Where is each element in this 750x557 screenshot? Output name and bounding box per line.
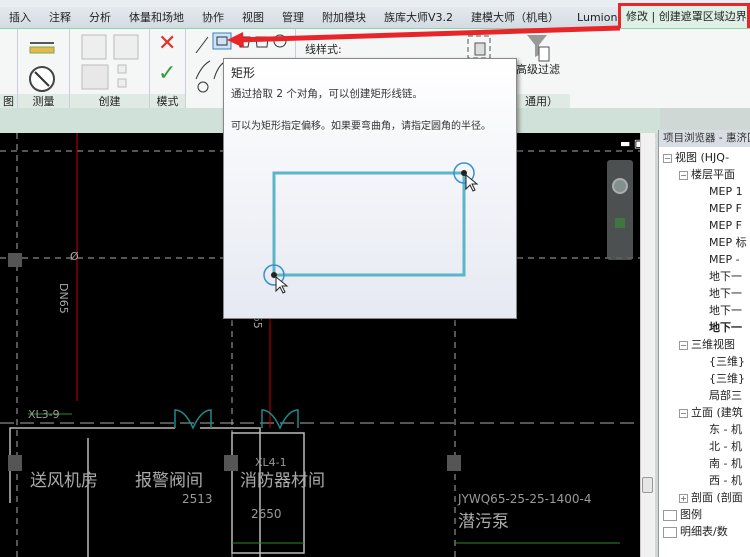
schedule-icon: [663, 526, 677, 538]
browser-item[interactable]: MEP -: [659, 251, 750, 268]
browser-item[interactable]: + 剖面 (剖面: [659, 489, 750, 506]
browser-item[interactable]: 西 - 机: [659, 472, 750, 489]
measure-icon[interactable]: [28, 35, 58, 93]
browser-item-label: 视图 (HJQ-: [675, 151, 730, 164]
browser-item-label: 地下一: [709, 270, 742, 283]
browser-item-label: MEP 1: [709, 185, 743, 198]
browser-item[interactable]: − 立面 (建筑: [659, 404, 750, 421]
browser-item[interactable]: 图例: [659, 506, 750, 523]
dimension-label: 2513: [182, 492, 213, 506]
panel-partial: 图: [0, 29, 18, 108]
browser-item-label: 西 - 机: [709, 474, 742, 487]
browser-item-label: 楼层平面: [691, 168, 735, 181]
project-browser-title: 项目浏览器 - 惠济区: [659, 130, 750, 147]
tab-insert[interactable]: 插入: [0, 7, 40, 28]
browser-item-label: 剖面 (剖面: [691, 491, 743, 504]
browser-item[interactable]: 南 - 机: [659, 455, 750, 472]
riser-label: XL4-1: [255, 456, 287, 469]
panel-label: 模式: [150, 94, 185, 108]
browser-item-label: MEP F: [709, 219, 742, 232]
room-label: 报警阀间: [135, 471, 203, 491]
red-arrow-annotation: [227, 25, 621, 48]
browser-item-label: 局部三: [709, 389, 742, 402]
browser-item[interactable]: MEP F: [659, 217, 750, 234]
schedule-icon: [663, 509, 677, 521]
room-label: 消防器材间: [240, 471, 325, 491]
tooltip-title: 矩形: [231, 66, 256, 80]
browser-item-label: 地下一: [709, 287, 742, 300]
dimension-label: 2650: [251, 507, 282, 521]
tooltip-hint: 可以为矩形指定偏移。如果要弯曲角，请指定圆角的半径。: [231, 121, 491, 132]
equipment-label: 潜污泵: [458, 512, 509, 532]
browser-item[interactable]: {三维}: [659, 370, 750, 387]
browser-item[interactable]: 局部三: [659, 387, 750, 404]
room-label: 送风机房: [30, 471, 98, 491]
browser-item[interactable]: − 三维视图: [659, 336, 750, 353]
browser-item[interactable]: − 楼层平面: [659, 166, 750, 183]
panel-label: 测量: [18, 94, 69, 108]
panel-measure: 测量: [18, 29, 70, 108]
browser-item-label: MEP -: [709, 253, 740, 266]
browser-item-label: 三维视图: [691, 338, 735, 351]
browser-item[interactable]: MEP 标: [659, 234, 750, 251]
collapse-icon[interactable]: −: [679, 170, 688, 180]
browser-item-label: {三维}: [709, 372, 745, 385]
tooltip-desc: 通过拾取 2 个对角，可以创建矩形线链。: [231, 88, 423, 100]
advanced-filter-label[interactable]: 高级过滤: [516, 63, 560, 76]
tooltip-illustration: [263, 162, 479, 294]
browser-item[interactable]: 明细表/数: [659, 523, 750, 540]
tooltip-rectangle: 矩形 通过拾取 2 个对角，可以创建矩形线链。 可以为矩形指定偏移。如果要弯曲角…: [223, 58, 517, 319]
browser-item-label: 北 - 机: [709, 440, 742, 453]
browser-item-label: 图例: [680, 508, 702, 521]
browser-item[interactable]: 地下一: [659, 285, 750, 302]
browser-item-label: 明细表/数: [680, 525, 728, 538]
expand-icon[interactable]: +: [679, 493, 688, 503]
equipment-label: JYWQ65-25-25-1400-4: [458, 492, 592, 506]
browser-item-label: MEP 标: [709, 236, 747, 249]
vertical-scrollbar[interactable]: [640, 133, 655, 557]
project-browser: 项目浏览器 - 惠济区 − 视图 (HJQ- − 楼层平面 MEP 1 MEP F MEP …: [658, 130, 750, 557]
zoom-icon[interactable]: [615, 218, 625, 228]
cancel-edit-icon[interactable]: ✕: [158, 31, 176, 57]
panel-label: 创建: [70, 94, 149, 108]
grid-mark: Ø: [70, 250, 79, 263]
panel-label: 图: [0, 94, 17, 108]
pipe-label: DN65: [57, 283, 70, 314]
browser-item[interactable]: − 视图 (HJQ-: [659, 149, 750, 166]
collapse-icon[interactable]: −: [663, 153, 672, 163]
browser-item[interactable]: 东 - 机: [659, 421, 750, 438]
navigation-bar[interactable]: [607, 160, 633, 260]
browser-item-label: 东 - 机: [709, 423, 742, 436]
browser-item[interactable]: 北 - 机: [659, 438, 750, 455]
browser-item-label: 地下一: [709, 321, 742, 334]
browser-item-label: 地下一: [709, 304, 742, 317]
riser-label: XL3-9: [28, 408, 60, 421]
browser-item[interactable]: MEP F: [659, 200, 750, 217]
browser-item[interactable]: {三维}: [659, 353, 750, 370]
browser-tree: − 视图 (HJQ- − 楼层平面 MEP 1 MEP F MEP F MEP 标 MEP -地…: [659, 147, 750, 540]
finish-edit-icon[interactable]: ✓: [158, 61, 176, 87]
scrollbar-thumb[interactable]: [642, 477, 653, 493]
browser-item-label: 南 - 机: [709, 457, 742, 470]
browser-item[interactable]: 地下一: [659, 319, 750, 336]
browser-item-label: MEP F: [709, 202, 742, 215]
steering-wheel-icon[interactable]: [612, 178, 628, 194]
create-group-icons[interactable]: [78, 33, 144, 91]
tab-massing[interactable]: 体量和场地: [120, 7, 193, 28]
browser-item[interactable]: MEP 1: [659, 183, 750, 200]
browser-item[interactable]: 地下一: [659, 302, 750, 319]
browser-item-label: {三维}: [709, 355, 745, 368]
tab-annotate[interactable]: 注释: [40, 7, 80, 28]
browser-item[interactable]: 地下一: [659, 268, 750, 285]
collapse-icon[interactable]: −: [679, 340, 688, 350]
collapse-icon[interactable]: −: [679, 408, 688, 418]
tab-analyze[interactable]: 分析: [80, 7, 120, 28]
panel-create: 创建: [70, 29, 150, 108]
panel-mode: ✕ ✓ 模式: [150, 29, 186, 108]
browser-item-label: 立面 (建筑: [691, 406, 743, 419]
